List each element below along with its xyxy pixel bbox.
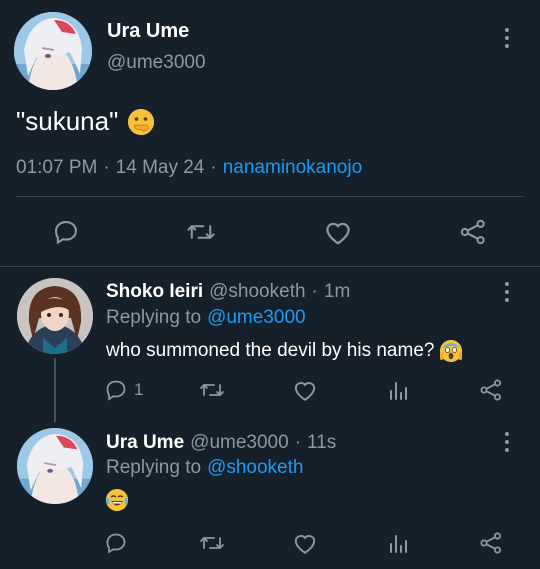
like-icon[interactable] [323, 218, 353, 246]
reply2-avatar[interactable] [17, 428, 93, 504]
retweet-icon[interactable] [199, 378, 225, 402]
main-tweet-source-link[interactable]: nanaminokanojo [223, 157, 362, 179]
like-icon[interactable] [292, 378, 318, 402]
analytics-icon[interactable] [386, 531, 410, 555]
reply2-header: Ura Ume @ume3000 · 11s [106, 432, 336, 454]
thread-divider [0, 266, 540, 267]
retweet-icon[interactable] [199, 531, 225, 555]
main-tweet-avatar[interactable] [14, 12, 92, 90]
header-separator: · [294, 432, 302, 453]
replying-to-label: Replying to [106, 457, 202, 478]
reply1-replying-to: Replying to @ume3000 [106, 307, 306, 329]
reply2-timestamp: 11s [307, 432, 337, 453]
meta-separator: · [210, 157, 217, 178]
reply2-handle[interactable]: @ume3000 [190, 432, 289, 454]
main-tweet-divider [16, 196, 524, 197]
main-tweet-date: 14 May 24 [115, 157, 205, 178]
reply2-more-icon[interactable] [504, 432, 510, 452]
reply1-text-row: who summoned the devil by his name? [106, 340, 463, 362]
main-tweet-text: "sukuna" [16, 106, 119, 136]
retweet-icon[interactable] [186, 218, 216, 246]
like-icon[interactable] [292, 531, 318, 555]
reply1-timestamp: 1m [323, 281, 351, 302]
screaming-in-fear-emoji [440, 340, 463, 362]
face-with-tears-of-joy-emoji [106, 489, 128, 511]
analytics-icon[interactable] [386, 378, 410, 402]
meta-separator: · [103, 157, 110, 178]
reply1-display-name[interactable]: Shoko Ieiri [106, 281, 203, 303]
main-tweet-more-icon[interactable] [504, 28, 510, 48]
reply2-replying-to: Replying to @shooketh [106, 457, 303, 479]
reply1-handle[interactable]: @shooketh [209, 281, 305, 303]
share-icon[interactable] [479, 378, 503, 402]
thread-connector-line [54, 358, 56, 422]
share-icon[interactable] [479, 531, 503, 555]
share-icon[interactable] [458, 218, 488, 246]
reply-icon[interactable] [52, 218, 80, 246]
main-tweet-meta: 01:07 PM · 14 May 24 · nanaminokanojo [16, 157, 362, 179]
main-tweet-time: 01:07 PM [16, 157, 98, 178]
reply1-avatar[interactable] [17, 278, 93, 354]
reply1-more-icon[interactable] [504, 282, 510, 302]
replying-to-link[interactable]: @shooketh [207, 457, 303, 479]
reply-icon[interactable] [104, 531, 128, 555]
reply1-text: who summoned the devil by his name? [106, 340, 435, 361]
replying-to-label: Replying to [106, 307, 202, 328]
replying-to-link[interactable]: @ume3000 [207, 307, 306, 329]
reply-icon[interactable]: 1 [104, 378, 143, 402]
main-tweet-display-name[interactable]: Ura Ume [107, 20, 189, 43]
reply2-display-name[interactable]: Ura Ume [106, 432, 184, 454]
header-separator: · [311, 281, 318, 302]
reply-count: 1 [134, 380, 144, 399]
main-tweet-text-row: "sukuna" [16, 106, 155, 137]
main-tweet-handle[interactable]: @ume3000 [107, 52, 206, 74]
reply2-text-row [106, 489, 128, 512]
hand-over-mouth-emoji [128, 108, 155, 135]
reply1-header: Shoko Ieiri @shooketh · 1m [106, 281, 350, 303]
